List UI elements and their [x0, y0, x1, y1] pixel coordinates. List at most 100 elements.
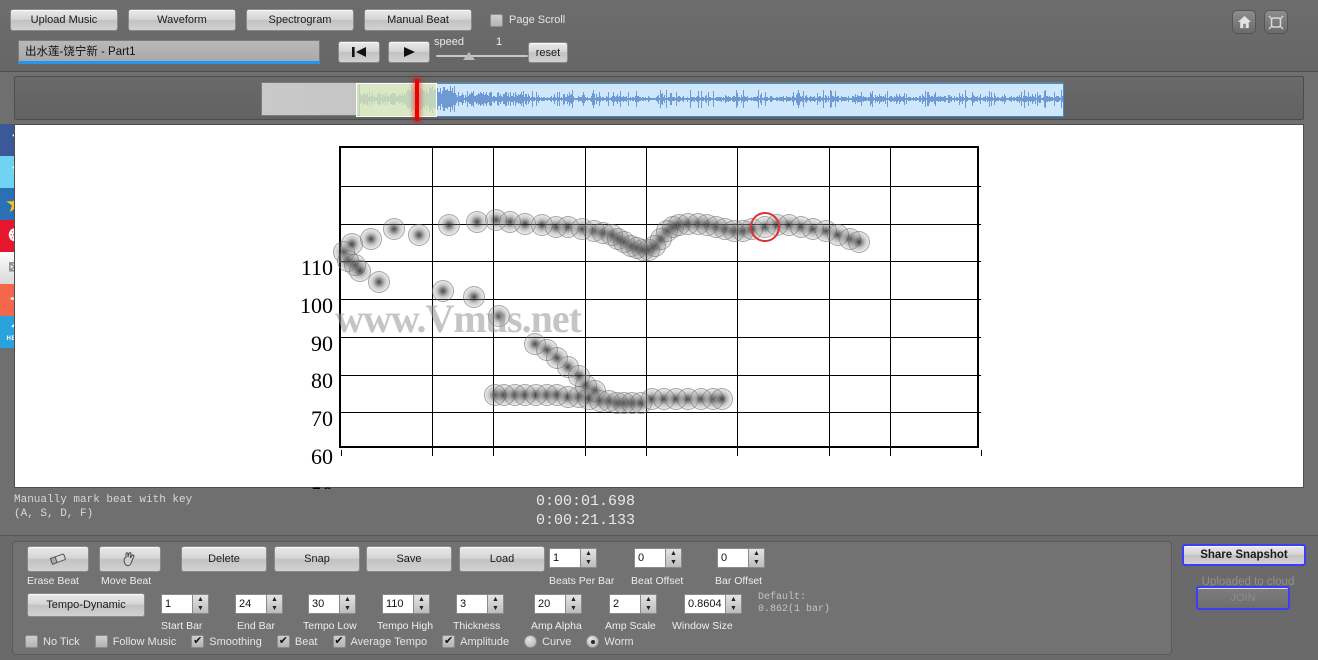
start-bar-stepper[interactable]: ▲▼ [161, 594, 209, 614]
spin-down-icon[interactable]: ▼ [749, 558, 764, 567]
waveform-button[interactable]: Waveform [128, 9, 236, 31]
amp-alpha-input[interactable] [534, 594, 566, 614]
end-bar-stepper[interactable]: ▲▼ [235, 594, 283, 614]
checkbox-average-tempo[interactable] [333, 635, 346, 648]
option-curve[interactable]: Curve [524, 635, 571, 648]
spin-up-icon[interactable]: ▲ [340, 595, 355, 604]
snap-button[interactable]: Snap [274, 546, 360, 572]
thickness-input[interactable] [456, 594, 488, 614]
window-size-stepper[interactable]: ▲▼ [684, 594, 742, 614]
spin-up-icon[interactable]: ▲ [726, 595, 741, 604]
window-size-input[interactable] [684, 594, 726, 614]
end-bar-input[interactable] [235, 594, 267, 614]
erase-beat-button[interactable] [27, 546, 89, 572]
option-follow-music[interactable]: Follow Music [95, 635, 177, 648]
page-scroll-checkbox[interactable] [490, 14, 503, 27]
upload-music-button[interactable]: Upload Music [10, 9, 118, 31]
overview-loaded-region[interactable] [359, 83, 1064, 117]
thickness-stepper[interactable]: ▲▼ [456, 594, 504, 614]
spectrogram-button[interactable]: Spectrogram [246, 9, 354, 31]
speed-slider-track[interactable] [436, 55, 528, 57]
bar-offset-stepper[interactable]: ▲▼ [717, 548, 765, 568]
start-bar-input[interactable] [161, 594, 193, 614]
join-button[interactable]: JOIN [1196, 586, 1290, 610]
tempo-high-spin-buttons[interactable]: ▲▼ [414, 594, 430, 614]
spin-up-icon[interactable]: ▲ [566, 595, 581, 604]
spin-down-icon[interactable]: ▼ [340, 604, 355, 613]
checkbox-amplitude[interactable] [442, 635, 455, 648]
option-worm[interactable]: Worm [586, 635, 633, 648]
spin-down-icon[interactable]: ▼ [267, 604, 282, 613]
option-smoothing[interactable]: Smoothing [191, 635, 262, 648]
amp-scale-input[interactable] [609, 594, 641, 614]
beats-per-bar-stepper[interactable]: ▲▼ [549, 548, 597, 568]
spin-down-icon[interactable]: ▼ [488, 604, 503, 613]
spin-down-icon[interactable]: ▼ [666, 558, 681, 567]
spin-up-icon[interactable]: ▲ [641, 595, 656, 604]
checkbox-beat[interactable] [277, 635, 290, 648]
option-no-tick[interactable]: No Tick [25, 635, 80, 648]
speed-slider-control[interactable]: speed 1 [434, 36, 530, 66]
rewind-button[interactable] [338, 41, 380, 63]
selected-beat-marker[interactable] [750, 212, 780, 242]
tempo-low-input[interactable] [308, 594, 340, 614]
checkbox-no-tick[interactable] [25, 635, 38, 648]
checkbox-follow-music[interactable] [95, 635, 108, 648]
spin-up-icon[interactable]: ▲ [749, 549, 764, 558]
spin-up-icon[interactable]: ▲ [267, 595, 282, 604]
spin-down-icon[interactable]: ▼ [726, 604, 741, 613]
overview-selection[interactable] [356, 83, 437, 117]
overview-track[interactable] [261, 82, 1063, 116]
waveform-overview-strip[interactable] [14, 76, 1304, 120]
fullscreen-icon[interactable] [1264, 10, 1288, 34]
spin-down-icon[interactable]: ▼ [581, 558, 596, 567]
amp-alpha-stepper[interactable]: ▲▼ [534, 594, 582, 614]
tempo-low-stepper[interactable]: ▲▼ [308, 594, 356, 614]
radio-worm[interactable] [586, 635, 599, 648]
window-size-spin-buttons[interactable]: ▲▼ [726, 594, 742, 614]
spin-down-icon[interactable]: ▼ [641, 604, 656, 613]
load-button[interactable]: Load [459, 546, 545, 572]
bar-offset-spin-buttons[interactable]: ▲▼ [749, 548, 765, 568]
tempo-dynamic-button[interactable]: Tempo-Dynamic [27, 593, 145, 617]
spin-up-icon[interactable]: ▲ [666, 549, 681, 558]
tempo-high-input[interactable] [382, 594, 414, 614]
tempo-low-spin-buttons[interactable]: ▲▼ [340, 594, 356, 614]
option-average-tempo[interactable]: Average Tempo [333, 635, 428, 648]
move-beat-button[interactable] [99, 546, 161, 572]
radio-curve[interactable] [524, 635, 537, 648]
spin-down-icon[interactable]: ▼ [193, 604, 208, 613]
beat-offset-input[interactable] [634, 548, 666, 568]
home-icon[interactable] [1232, 10, 1256, 34]
checkbox-smoothing[interactable] [191, 635, 204, 648]
reset-speed-button[interactable]: reset [528, 42, 568, 63]
page-scroll-control[interactable]: Page Scroll [490, 14, 565, 27]
overview-playhead[interactable] [415, 79, 419, 121]
tempo-scatter-plot[interactable] [339, 146, 979, 448]
spin-down-icon[interactable]: ▼ [566, 604, 581, 613]
beats-per-bar-input[interactable] [549, 548, 581, 568]
play-button[interactable] [388, 41, 430, 63]
manual-beat-button[interactable]: Manual Beat [364, 9, 472, 31]
beat-offset-stepper[interactable]: ▲▼ [634, 548, 682, 568]
end-bar-spin-buttons[interactable]: ▲▼ [267, 594, 283, 614]
track-title-input[interactable]: 出水莲-饶宁新 - Part1 [18, 40, 320, 64]
start-bar-spin-buttons[interactable]: ▲▼ [193, 594, 209, 614]
amp-scale-spin-buttons[interactable]: ▲▼ [641, 594, 657, 614]
spin-up-icon[interactable]: ▲ [488, 595, 503, 604]
option-amplitude[interactable]: Amplitude [442, 635, 509, 648]
beats-per-bar-spin-buttons[interactable]: ▲▼ [581, 548, 597, 568]
speed-slider-thumb[interactable] [463, 52, 475, 60]
tempo-high-stepper[interactable]: ▲▼ [382, 594, 430, 614]
spin-up-icon[interactable]: ▲ [414, 595, 429, 604]
spin-up-icon[interactable]: ▲ [193, 595, 208, 604]
beat-offset-spin-buttons[interactable]: ▲▼ [666, 548, 682, 568]
spin-down-icon[interactable]: ▼ [414, 604, 429, 613]
delete-button[interactable]: Delete [181, 546, 267, 572]
bar-offset-input[interactable] [717, 548, 749, 568]
option-beat[interactable]: Beat [277, 635, 318, 648]
amp-alpha-spin-buttons[interactable]: ▲▼ [566, 594, 582, 614]
spin-up-icon[interactable]: ▲ [581, 549, 596, 558]
thickness-spin-buttons[interactable]: ▲▼ [488, 594, 504, 614]
amp-scale-stepper[interactable]: ▲▼ [609, 594, 657, 614]
